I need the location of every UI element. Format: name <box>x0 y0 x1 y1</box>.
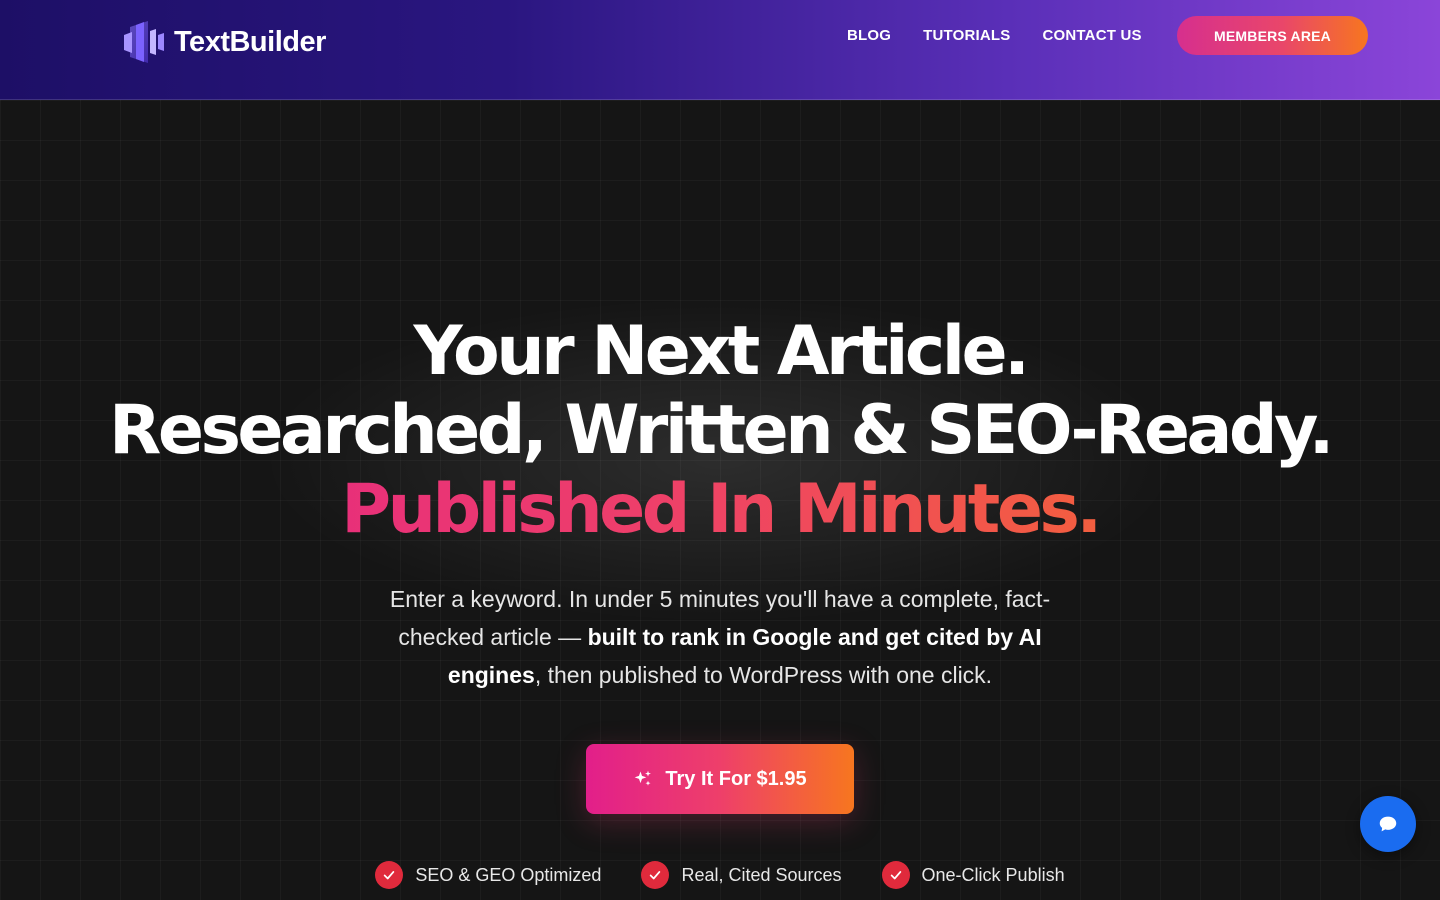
brand-name: TextBuilder <box>174 25 326 58</box>
feature-list: SEO & GEO Optimized Real, Cited Sources … <box>0 861 1440 889</box>
feature-item: Real, Cited Sources <box>641 861 842 889</box>
feature-label: SEO & GEO Optimized <box>415 864 602 885</box>
feature-item: One-Click Publish <box>881 861 1065 889</box>
main-nav: BLOG TUTORIALS CONTACT US <box>847 24 1174 46</box>
feature-label: Real, Cited Sources <box>681 864 842 885</box>
feature-label: One-Click Publish <box>921 864 1065 885</box>
chat-widget-button[interactable] <box>1360 796 1416 852</box>
check-icon <box>375 861 404 889</box>
nav-blog[interactable]: BLOG <box>847 27 891 44</box>
textbuilder-logo-icon <box>124 21 164 63</box>
check-icon <box>881 861 910 889</box>
feature-item: SEO & GEO Optimized <box>375 861 601 889</box>
nav-tutorials[interactable]: TUTORIALS <box>923 27 1010 44</box>
hero-title: Your Next Article. Researched, Written &… <box>0 312 1440 549</box>
nav-contact-us[interactable]: CONTACT US <box>1043 27 1142 44</box>
hero-title-line-3: Published In Minutes. <box>0 470 1440 549</box>
sparkles-icon <box>635 770 652 786</box>
check-icon <box>641 861 670 889</box>
hero-title-line-2: Researched, Written & SEO-Ready. <box>108 391 1335 470</box>
hero-subtitle: Enter a keyword. In under 5 minutes you'… <box>370 580 1070 694</box>
brand-logo[interactable]: TextBuilder <box>120 17 326 67</box>
try-it-button[interactable]: Try It For $1.95 <box>586 744 854 814</box>
chat-bubble-icon <box>1379 816 1397 832</box>
hero-subtitle-part-2: , then published to WordPress with one c… <box>534 662 993 688</box>
try-it-label: Try It For $1.95 <box>665 767 807 790</box>
site-header: TextBuilder BLOG TUTORIALS CONTACT US ME… <box>0 0 1440 100</box>
hero-title-line-1: Your Next Article. <box>413 312 1030 391</box>
members-area-button[interactable]: MEMBERS AREA <box>1177 16 1368 55</box>
